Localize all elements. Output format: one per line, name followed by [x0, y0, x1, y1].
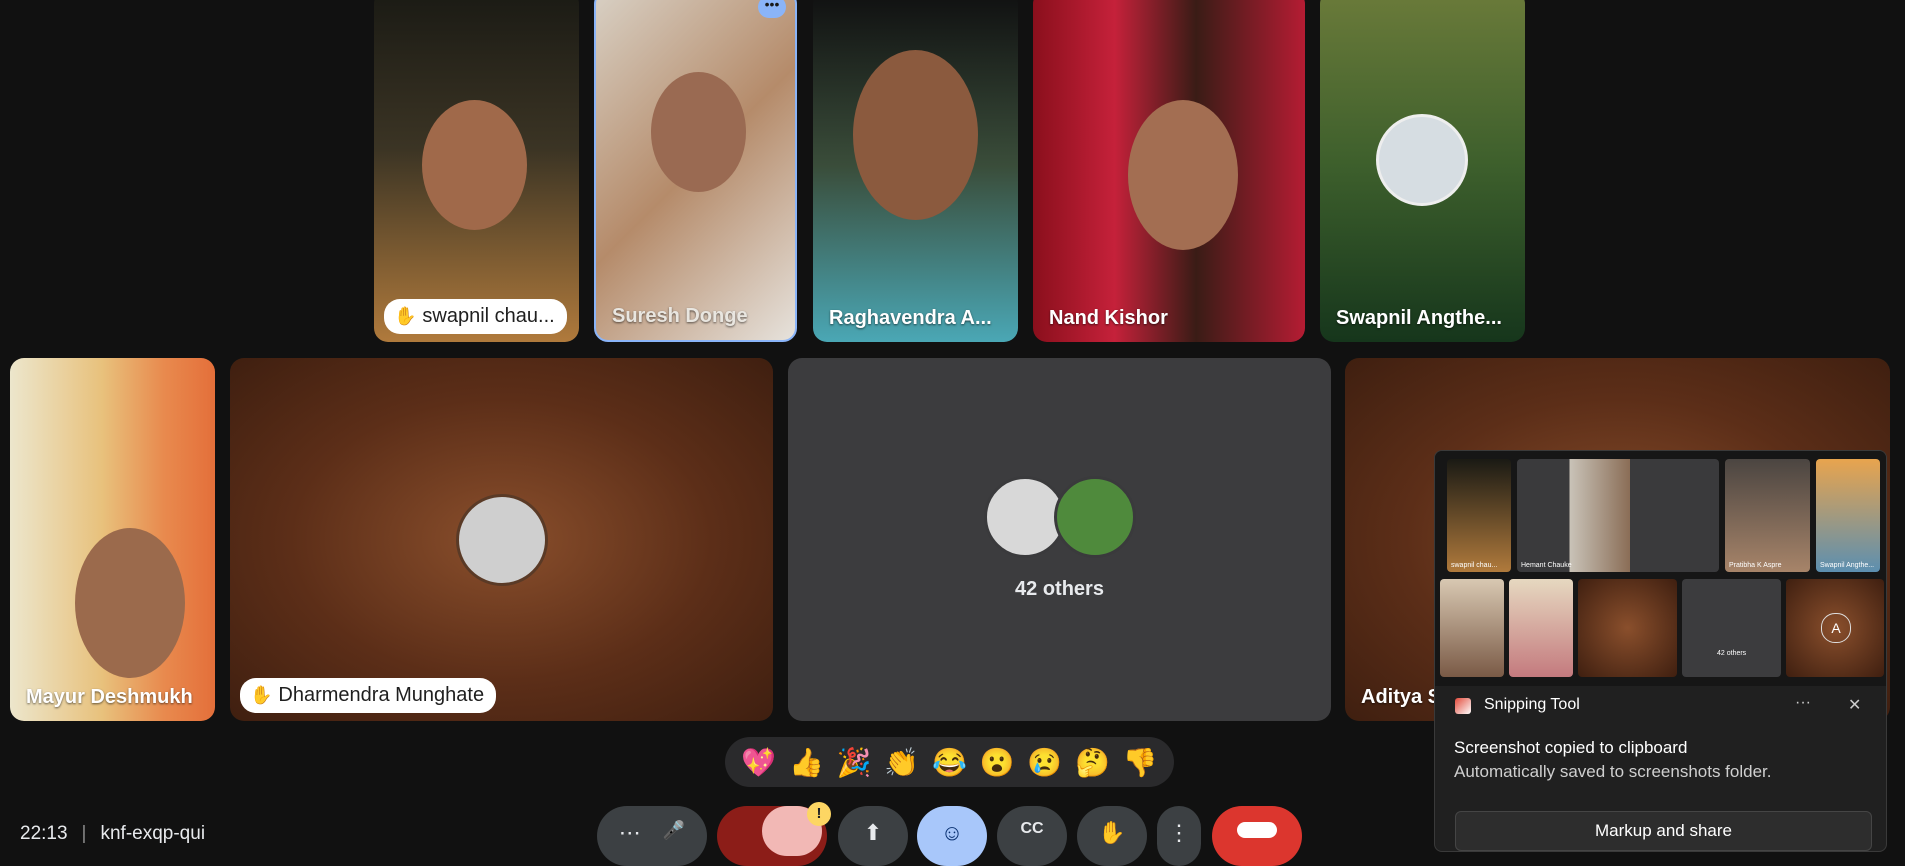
- snipping-tool-icon: [1455, 698, 1471, 714]
- participant-tile-raghavendra[interactable]: Raghavendra A...: [813, 0, 1018, 342]
- emoji-button[interactable]: ☺: [917, 806, 987, 866]
- participant-name: Suresh Donge: [612, 305, 748, 327]
- reactions-bar: 💖 👍 🎉 👏 😂 😮 😢 🤔 👎: [725, 737, 1174, 787]
- preview-tile: Hemant Chauke: [1517, 459, 1719, 572]
- snipping-tool-header: Snipping Tool ··· ✕: [1435, 686, 1886, 726]
- participant-name: Mayur Deshmukh: [26, 686, 193, 708]
- participant-tile-nand-kishor[interactable]: Nand Kishor: [1033, 0, 1305, 342]
- avatar: [1054, 476, 1136, 558]
- notification-subtitle: Automatically saved to screenshots folde…: [1454, 762, 1772, 781]
- reaction-thumbs-up[interactable]: 👍: [789, 746, 824, 779]
- raise-hand-button[interactable]: ✋: [1077, 806, 1147, 866]
- participant-name: Aditya S: [1361, 686, 1442, 708]
- notification-message: Screenshot copied to clipboard Automatic…: [1454, 738, 1772, 782]
- participant-name: Swapnil Angthe...: [1336, 307, 1502, 329]
- participant-tile-suresh[interactable]: ••• Suresh Donge: [594, 0, 797, 342]
- participant-tile-dharmendra[interactable]: ✋ Dharmendra Munghate: [230, 358, 773, 721]
- preview-tile: [1509, 579, 1573, 677]
- participant-video: [853, 50, 978, 220]
- camera-warning-badge: !: [807, 802, 831, 826]
- emoji-icon: ☺: [940, 820, 964, 845]
- more-options-button[interactable]: ⋮: [1157, 806, 1201, 866]
- markup-and-share-button[interactable]: Markup and share: [1455, 811, 1872, 851]
- reaction-heart[interactable]: 💖: [741, 746, 776, 779]
- participant-video: [651, 72, 746, 192]
- reaction-surprised[interactable]: 😮: [980, 746, 1015, 779]
- snipping-tool-notification[interactable]: swapnil chau... Hemant Chauke Pratibha K…: [1434, 450, 1887, 852]
- raise-hand-icon: ✋: [1098, 820, 1126, 845]
- reaction-clap[interactable]: 👏: [884, 746, 919, 779]
- participant-video: [75, 528, 185, 678]
- more-options-icon[interactable]: ⋯: [619, 820, 641, 846]
- mic-icon[interactable]: 🎤: [663, 820, 685, 841]
- others-tile[interactable]: 42 others: [788, 358, 1331, 721]
- meeting-info: 22:13 | knf-exqp-qui: [20, 823, 205, 845]
- preview-tile: A: [1786, 579, 1884, 677]
- screenshot-preview[interactable]: swapnil chau... Hemant Chauke Pratibha K…: [1435, 451, 1886, 686]
- reaction-laugh[interactable]: 😂: [932, 746, 967, 779]
- hang-up-icon: [1237, 822, 1277, 838]
- more-options-icon[interactable]: ···: [1795, 694, 1811, 712]
- raised-hand-icon: ✋: [250, 685, 273, 705]
- participant-tile-swapnil[interactable]: ✋ swapnil chau...: [374, 0, 579, 342]
- present-icon: ⬆: [863, 820, 883, 845]
- more-options-icon[interactable]: •••: [758, 0, 786, 18]
- preview-name: Swapnil Angthe...: [1820, 562, 1875, 569]
- close-icon[interactable]: ✕: [1848, 695, 1861, 715]
- notification-title: Screenshot copied to clipboard: [1454, 738, 1688, 757]
- participant-tile-swapnil-angthe[interactable]: Swapnil Angthe...: [1320, 0, 1525, 342]
- preview-initial: A: [1821, 613, 1851, 643]
- present-button[interactable]: ⬆: [838, 806, 908, 866]
- reaction-party[interactable]: 🎉: [837, 746, 872, 779]
- captions-button[interactable]: CC: [997, 806, 1067, 866]
- participant-video: [1128, 100, 1238, 250]
- preview-name: Pratibha K Aspre: [1729, 562, 1782, 569]
- participant-name: ✋ Dharmendra Munghate: [240, 678, 497, 713]
- preview-tile: [1440, 579, 1504, 677]
- app-name: Snipping Tool: [1484, 696, 1580, 713]
- leave-call-button[interactable]: [1212, 806, 1302, 866]
- preview-tile: [1578, 579, 1677, 677]
- meeting-code: knf-exqp-qui: [100, 823, 206, 844]
- participant-tile-mayur[interactable]: Mayur Deshmukh: [10, 358, 215, 721]
- preview-tile: Pratibha K Aspre: [1725, 459, 1810, 572]
- participant-name: Nand Kishor: [1049, 307, 1168, 329]
- preview-name: swapnil chau...: [1451, 562, 1498, 569]
- preview-tile: swapnil chau...: [1447, 459, 1511, 572]
- raised-hand-icon: ✋: [394, 306, 417, 326]
- preview-others: 42 others: [1717, 650, 1747, 657]
- more-vert-icon: ⋮: [1168, 820, 1190, 845]
- others-count: 42 others: [1015, 578, 1104, 600]
- reaction-sad[interactable]: 😢: [1027, 746, 1062, 779]
- separator: |: [81, 823, 87, 844]
- participant-name: ✋ swapnil chau...: [384, 299, 567, 334]
- participant-video: [422, 100, 527, 230]
- preview-name: Hemant Chauke: [1521, 562, 1572, 569]
- captions-icon: CC: [1020, 820, 1044, 837]
- reaction-thumbs-down[interactable]: 👎: [1123, 746, 1158, 779]
- reaction-thinking[interactable]: 🤔: [1075, 746, 1110, 779]
- mic-control: ⋯ 🎤: [597, 806, 707, 866]
- avatar: [1376, 114, 1468, 206]
- clock: 22:13: [20, 823, 68, 844]
- avatar: [456, 494, 548, 586]
- preview-tile: 42 others: [1682, 579, 1781, 677]
- preview-tile: Swapnil Angthe...: [1816, 459, 1880, 572]
- participant-name: Raghavendra A...: [829, 307, 992, 329]
